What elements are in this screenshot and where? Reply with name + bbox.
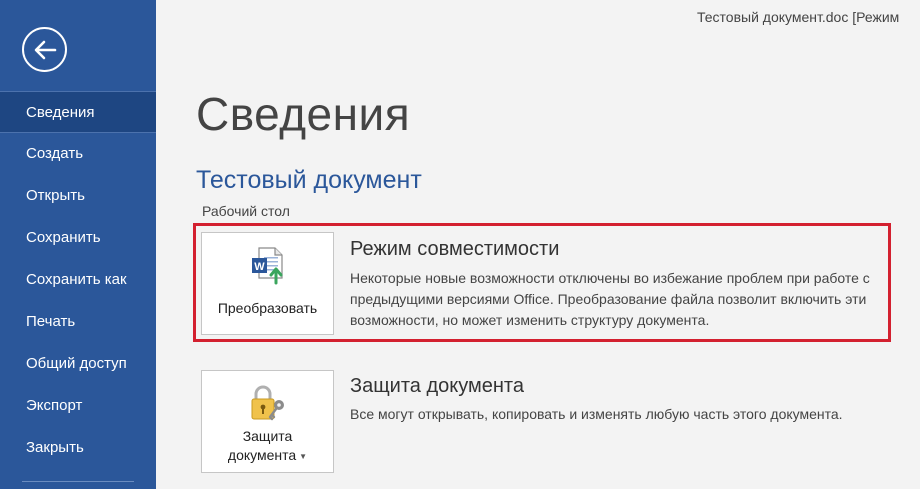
compatibility-mode-description: Некоторые новые возможности отключены во… <box>350 270 870 328</box>
nav-item-info[interactable]: Сведения <box>0 91 156 133</box>
nav-divider <box>22 481 134 482</box>
protect-document-title: Защита документа <box>350 375 524 397</box>
convert-button[interactable]: W Преобразовать <box>201 232 334 335</box>
nav-item-export[interactable]: Экспорт <box>0 385 156 427</box>
protect-label-line1: Защита <box>242 428 293 444</box>
lock-key-icon <box>246 383 290 423</box>
nav-item-share[interactable]: Общий доступ <box>0 343 156 385</box>
protect-document-description: Все могут открывать, копировать и изменя… <box>350 406 843 422</box>
nav-item-close[interactable]: Закрыть <box>0 427 156 469</box>
backstage-nav: Сведения Создать Открыть Сохранить Сохра… <box>0 91 156 469</box>
protect-document-button-label: Защита документа ▼ <box>228 427 307 466</box>
document-name: Тестовый документ <box>196 166 422 194</box>
nav-item-open[interactable]: Открыть <box>0 175 156 217</box>
protect-document-button[interactable]: Защита документа ▼ <box>201 370 334 473</box>
nav-item-new[interactable]: Создать <box>0 133 156 175</box>
word-convert-icon: W <box>248 245 288 285</box>
page-title: Сведения <box>196 88 411 140</box>
nav-item-print[interactable]: Печать <box>0 301 156 343</box>
nav-item-save[interactable]: Сохранить <box>0 217 156 259</box>
protect-label-line2: документа <box>227 447 297 463</box>
back-arrow-icon <box>34 40 56 59</box>
dropdown-caret-icon: ▼ <box>299 451 308 461</box>
nav-item-save-as[interactable]: Сохранить как <box>0 259 156 301</box>
info-pane: Сведения Тестовый документ Рабочий стол … <box>156 0 920 489</box>
compatibility-mode-title: Режим совместимости <box>350 238 560 260</box>
convert-button-label: Преобразовать <box>217 300 318 316</box>
document-location[interactable]: Рабочий стол <box>202 203 290 219</box>
svg-text:W: W <box>254 261 265 273</box>
back-button[interactable] <box>22 27 67 72</box>
backstage-sidebar: Сведения Создать Открыть Сохранить Сохра… <box>0 0 156 489</box>
